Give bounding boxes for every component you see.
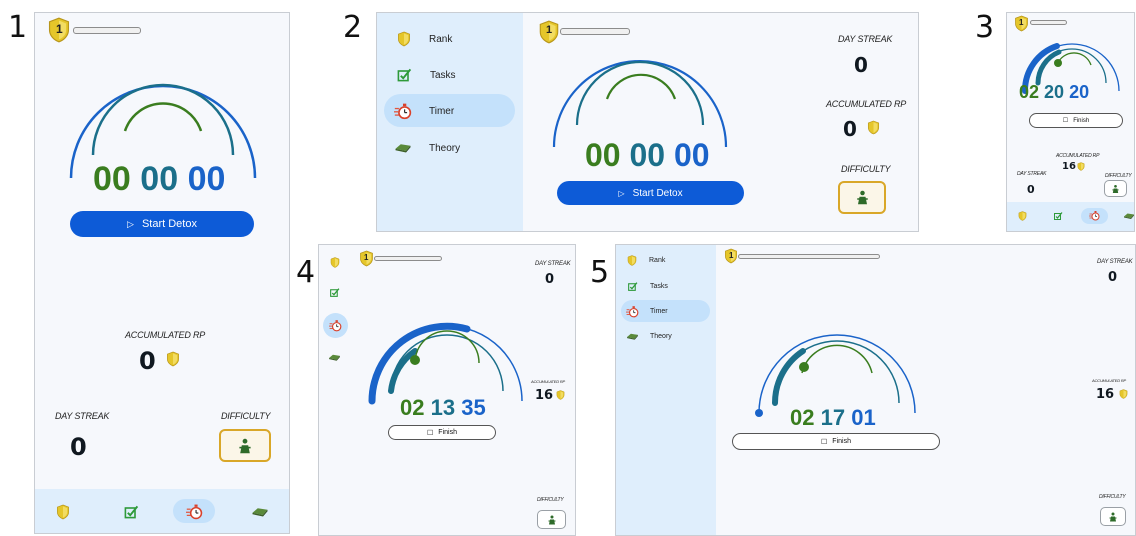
- difficulty-label: DIFFICULTY: [841, 164, 891, 174]
- rp-shield-icon: [1119, 389, 1128, 399]
- panel-number: 1: [8, 10, 28, 45]
- day-streak-label: DAY STREAK: [535, 261, 571, 267]
- day-streak-value: 0: [1027, 183, 1035, 196]
- accumulated-rp-value: 0: [843, 117, 857, 141]
- bottom-navigation-bar: [1007, 202, 1134, 231]
- accumulated-rp-label: ACCUMULATED RP: [826, 99, 907, 109]
- figure-icon: [1108, 511, 1118, 523]
- rp-shield-icon: [1077, 162, 1085, 171]
- accumulated-rp-label: ACCUMULATED RP: [1092, 378, 1127, 383]
- day-streak-label: DAY STREAK: [1097, 259, 1133, 265]
- panel-number: 2: [343, 10, 363, 45]
- timer-seconds: 01: [851, 405, 876, 430]
- figure-icon: [1111, 184, 1120, 194]
- stop-icon: ☐: [821, 438, 828, 446]
- nav-timer-stopwatch-icon[interactable]: [1089, 210, 1100, 221]
- rp-shield-icon: [556, 390, 565, 400]
- nav-theory-book-icon[interactable]: [1123, 212, 1135, 220]
- nav-tasks-checkbox-icon[interactable]: [123, 504, 139, 520]
- day-streak-value: 0: [70, 433, 87, 461]
- timer-hours: 02: [790, 405, 815, 430]
- finish-label: Finish: [832, 438, 851, 445]
- timer-minutes: 00: [629, 137, 666, 173]
- day-streak-label: DAY STREAK: [55, 411, 110, 421]
- accumulated-rp-label: ACCUMULATED RP: [125, 330, 206, 340]
- difficulty-button[interactable]: [1100, 507, 1126, 526]
- difficulty-button[interactable]: [219, 429, 271, 462]
- stop-icon: ☐: [1062, 118, 1069, 124]
- panel-number: 3: [975, 10, 995, 45]
- rp-shield-icon: [867, 120, 880, 135]
- panel-4-medium: 1 02 13 35 ☐ Finish DAY STREAK 0 ACCUMUL…: [318, 244, 576, 536]
- start-detox-button[interactable]: ▷ Start Detox: [70, 211, 254, 237]
- timer-seconds: 00: [187, 160, 226, 198]
- timer-hours: 02: [1019, 82, 1040, 102]
- day-streak-label: DAY STREAK: [838, 34, 893, 44]
- timer-display: 00 00 00: [93, 160, 225, 199]
- rp-shield-icon: [166, 351, 180, 367]
- timer-seconds: 35: [461, 395, 486, 420]
- start-detox-button[interactable]: ▷ Start Detox: [557, 181, 744, 205]
- finish-button[interactable]: ☐ Finish: [388, 425, 496, 440]
- accumulated-rp-value: 16: [1062, 161, 1076, 172]
- finish-button[interactable]: ☐ Finish: [1029, 113, 1123, 128]
- difficulty-label: DIFFICULTY: [537, 497, 564, 503]
- finish-label: Finish: [1073, 117, 1090, 124]
- day-streak-label: DAY STREAK: [1017, 171, 1047, 177]
- difficulty-label: DIFFICULTY: [221, 411, 271, 421]
- start-detox-label: Start Detox: [632, 187, 683, 199]
- finish-button[interactable]: ☐ Finish: [732, 433, 940, 450]
- finish-label: Finish: [438, 429, 457, 436]
- panel-1-mobile: 1 00 00 00 ▷ Start Detox ACCUMULATED RP …: [34, 12, 290, 534]
- timer-display: 02 20 20: [1019, 82, 1089, 103]
- difficulty-button[interactable]: [838, 181, 886, 214]
- timer-minutes: 13: [430, 395, 456, 420]
- play-icon: ▷: [618, 188, 625, 198]
- nav-rank-shield-icon[interactable]: [56, 504, 70, 520]
- accumulated-rp-value: 16: [1096, 387, 1115, 402]
- bottom-navigation-bar: [35, 489, 289, 533]
- accumulated-rp-label: ACCUMULATED RP: [1056, 153, 1100, 159]
- timer-hours: 00: [93, 160, 131, 198]
- nav-timer-stopwatch-icon[interactable]: [186, 503, 203, 520]
- accumulated-rp-value: 16: [535, 388, 554, 403]
- timer-arc-gauge: [755, 334, 916, 417]
- figure-icon: [855, 189, 870, 206]
- accumulated-rp-value: 0: [139, 347, 156, 375]
- timer-seconds: 20: [1069, 82, 1090, 102]
- start-detox-label: Start Detox: [141, 218, 197, 230]
- panel-3-small-mobile: 1 02 20 20 ☐ Finish ACCUMULATED RP 16 DA…: [1006, 12, 1135, 232]
- panel-2-tablet: Rank Tasks Timer Theory 1 00 00 00 ▷ Sta…: [376, 12, 919, 232]
- difficulty-label: DIFFICULTY: [1099, 494, 1126, 500]
- timer-minutes: 17: [820, 405, 846, 430]
- day-streak-value: 0: [545, 272, 555, 287]
- nav-rank-shield-icon[interactable]: [1018, 211, 1027, 221]
- day-streak-value: 0: [854, 53, 868, 77]
- play-icon: ▷: [127, 218, 134, 229]
- timer-minutes: 00: [140, 160, 179, 198]
- timer-hours: 02: [400, 395, 425, 420]
- timer-hours: 00: [585, 137, 621, 173]
- figure-icon: [547, 514, 557, 526]
- difficulty-label: DIFFICULTY: [1105, 173, 1132, 179]
- day-streak-value: 0: [1108, 270, 1118, 285]
- timer-seconds: 00: [673, 137, 710, 173]
- panel-5-desktop: Rank Tasks Timer Theory 1 02 17 01 ☐ Fin…: [615, 244, 1136, 536]
- timer-minutes: 20: [1044, 82, 1065, 102]
- accumulated-rp-label: ACCUMULATED RP: [531, 379, 566, 384]
- nav-tasks-checkbox-icon[interactable]: [1053, 211, 1063, 221]
- difficulty-button[interactable]: [537, 510, 566, 529]
- figure-icon: [237, 437, 253, 455]
- timer-display: 00 00 00: [585, 137, 710, 174]
- timer-display: 02 13 35: [400, 395, 486, 421]
- panel-number: 5: [590, 255, 610, 290]
- stop-icon: ☐: [427, 429, 434, 437]
- panel-number: 4: [296, 255, 316, 290]
- nav-theory-book-icon[interactable]: [251, 506, 269, 518]
- timer-display: 02 17 01: [790, 405, 876, 431]
- difficulty-button[interactable]: [1104, 180, 1127, 197]
